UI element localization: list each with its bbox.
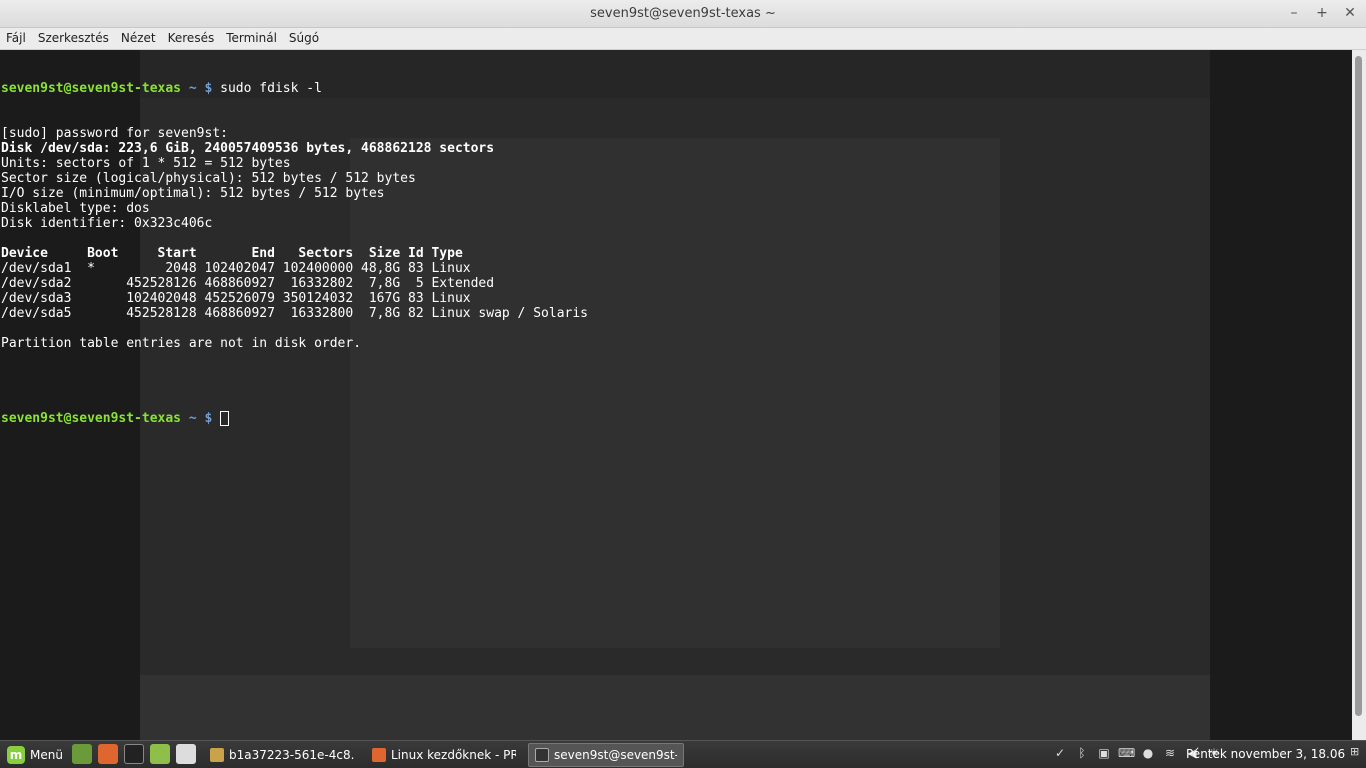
task-label: seven9st@seven9st-... xyxy=(554,748,677,762)
terminal-output-line: Disk identifier: 0x323c406c xyxy=(1,216,213,231)
terminal-area[interactable]: seven9st@seven9st-texas ~ $ sudo fdisk -… xyxy=(0,50,1352,740)
prompt-command xyxy=(212,411,220,426)
terminal-output-line: /dev/sda3 102402048 452526079 350124032 … xyxy=(1,291,471,306)
terminal-prompt-line: seven9st@seven9st-texas ~ $ xyxy=(1,411,588,426)
menu-search[interactable]: Keresés xyxy=(168,28,221,49)
terminal-output-line: Device Boot Start End Sectors Size Id Ty… xyxy=(1,246,463,261)
folder-icon xyxy=(210,748,224,762)
window-title: seven9st@seven9st-texas ~ xyxy=(590,6,776,21)
menu-view[interactable]: Nézet xyxy=(121,28,162,49)
terminal-output-line: /dev/sda5 452528128 468860927 16332800 7… xyxy=(1,306,588,321)
clipboard-icon[interactable]: ▣ xyxy=(1096,745,1112,761)
terminal-output-line: Disklabel type: dos xyxy=(1,201,150,216)
task-label: b1a37223-561e-4c8... xyxy=(229,748,354,762)
menu-file[interactable]: Fájl xyxy=(6,28,32,49)
terminal-launcher-icon[interactable] xyxy=(124,744,144,764)
firefox-icon xyxy=(372,748,386,762)
mint-logo-icon: m xyxy=(7,746,25,764)
start-menu-button[interactable]: m Menü xyxy=(2,743,68,767)
menu-bar: Fájl Szerkesztés Nézet Keresés Terminál … xyxy=(0,28,1366,50)
window-titlebar[interactable]: seven9st@seven9st-texas ~ – + ✕ xyxy=(0,0,1366,28)
scrollbar-thumb[interactable] xyxy=(1355,56,1362,716)
show-desktop-icon[interactable] xyxy=(72,744,92,764)
taskbar-edge-icon[interactable]: ⊞ xyxy=(1350,745,1364,765)
terminal-prompt-line: seven9st@seven9st-texas ~ $ sudo fdisk -… xyxy=(1,81,588,96)
user-icon[interactable]: ● xyxy=(1140,745,1156,761)
keyboard-icon[interactable]: ⌨ xyxy=(1118,745,1135,761)
calculator-icon[interactable] xyxy=(176,744,196,764)
shield-icon[interactable]: ✓ xyxy=(1052,745,1068,761)
terminal-output-line: /dev/sda1 * 2048 102402047 102400000 48,… xyxy=(1,261,471,276)
terminal-output-line: Disk /dev/sda: 223,6 GiB, 240057409536 b… xyxy=(1,141,495,156)
terminal-output-line: /dev/sda2 452528126 468860927 16332802 7… xyxy=(1,276,495,291)
menu-edit[interactable]: Szerkesztés xyxy=(38,28,115,49)
taskbar: m Menü b1a37223-561e-4c8... Linux kezdők… xyxy=(0,740,1366,768)
wifi-icon[interactable]: ≋ xyxy=(1162,745,1178,761)
terminal-output-line: I/O size (minimum/optimal): 512 bytes / … xyxy=(1,186,385,201)
close-icon[interactable]: ✕ xyxy=(1342,4,1358,22)
firefox-icon[interactable] xyxy=(98,744,118,764)
terminal-output: seven9st@seven9st-texas ~ $ sudo fdisk -… xyxy=(0,50,588,456)
menu-help[interactable]: Súgó xyxy=(289,28,325,49)
maximize-icon[interactable]: + xyxy=(1314,4,1330,22)
task-label: Linux kezdőknek - PR... xyxy=(391,748,516,762)
prompt-command: sudo fdisk -l xyxy=(212,81,322,96)
task-item-browser[interactable]: Linux kezdőknek - PR... xyxy=(366,743,522,767)
minimize-icon[interactable]: – xyxy=(1286,4,1302,22)
start-menu-label: Menü xyxy=(30,748,63,762)
menu-terminal[interactable]: Terminál xyxy=(226,28,283,49)
task-item-terminal[interactable]: seven9st@seven9st-... xyxy=(528,743,684,767)
prompt-userhost: seven9st@seven9st-texas xyxy=(1,81,182,96)
prompt-dir: ~ $ xyxy=(181,411,213,426)
terminal-output-line: Partition table entries are not in disk … xyxy=(1,336,362,351)
files-icon[interactable] xyxy=(150,744,170,764)
prompt-userhost: seven9st@seven9st-texas xyxy=(1,411,182,426)
terminal-cursor xyxy=(220,411,230,426)
terminal-scrollbar[interactable] xyxy=(1352,50,1366,740)
terminal-icon xyxy=(535,748,549,762)
terminal-output-line: [sudo] password for seven9st: xyxy=(1,126,228,141)
bluetooth-icon[interactable]: ᛒ xyxy=(1074,745,1090,761)
task-item-folder[interactable]: b1a37223-561e-4c8... xyxy=(204,743,360,767)
terminal-output-line: Sector size (logical/physical): 512 byte… xyxy=(1,171,416,186)
clock[interactable]: Péntek november 3, 18.06 xyxy=(1186,747,1345,761)
terminal-output-line: Units: sectors of 1 * 512 = 512 bytes xyxy=(1,156,291,171)
prompt-dir: ~ $ xyxy=(181,81,213,96)
